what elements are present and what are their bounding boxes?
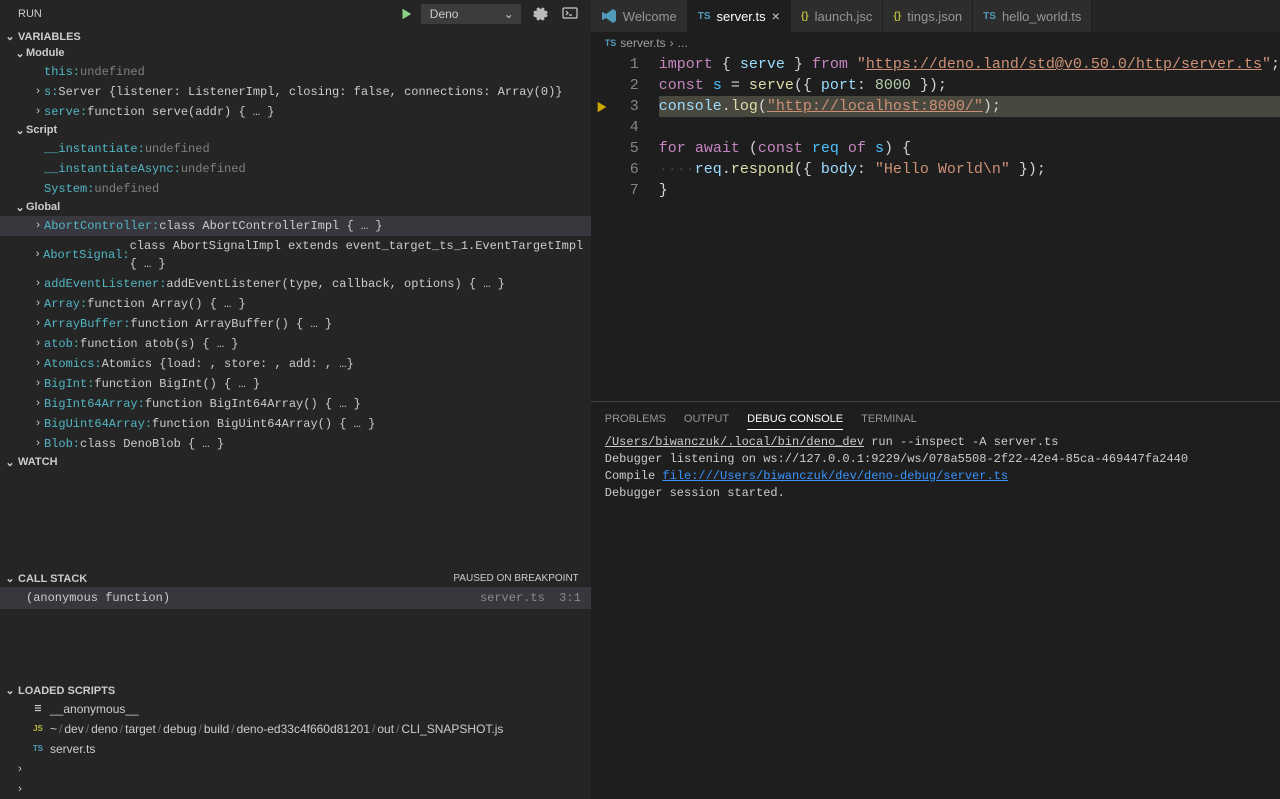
chevron-right-icon: › bbox=[32, 246, 43, 264]
chevron-right-icon: › bbox=[32, 217, 44, 235]
chevron-down-icon: ⌄ bbox=[4, 456, 16, 469]
variable-row[interactable]: › BigUint64Array: function BigUint64Arra… bbox=[0, 414, 591, 434]
variables-section-header[interactable]: ⌄ VARIABLES bbox=[0, 28, 591, 45]
debug-console-output[interactable]: /Users/biwanczuk/.local/bin/deno_dev run… bbox=[591, 432, 1280, 504]
start-debug-icon[interactable] bbox=[399, 7, 413, 21]
variable-row[interactable]: › BigInt64Array: function BigInt64Array(… bbox=[0, 394, 591, 414]
console-link[interactable]: /Users/biwanczuk/.local/bin/deno_dev bbox=[605, 435, 864, 449]
gear-icon[interactable] bbox=[529, 3, 551, 25]
chevron-right-icon: › bbox=[14, 760, 26, 778]
chevron-right-icon: › bbox=[32, 355, 44, 373]
variable-row[interactable]: › ArrayBuffer: function ArrayBuffer() { … bbox=[0, 314, 591, 334]
chevron-right-icon: › bbox=[32, 103, 44, 121]
loaded-scripts-content: ☰__anonymous__JS~/dev/deno/target/debug/… bbox=[0, 699, 591, 799]
variable-row[interactable]: this: undefined bbox=[0, 62, 591, 82]
chevron-right-icon: › bbox=[14, 780, 26, 798]
ts-file-icon: TS bbox=[983, 11, 996, 22]
panel-tab-output[interactable]: OUTPUT bbox=[684, 409, 729, 429]
chevron-right-icon: › bbox=[32, 395, 44, 413]
chevron-right-icon: › bbox=[670, 36, 674, 50]
panel-tab-debug-console[interactable]: DEBUG CONSOLE bbox=[747, 409, 843, 430]
tab-server-ts[interactable]: TSserver.ts× bbox=[688, 0, 791, 32]
chevron-down-icon: ⌄ bbox=[4, 572, 16, 585]
tab-tings-json[interactable]: {}tings.json bbox=[883, 0, 973, 32]
loaded-script-item[interactable]: › bbox=[0, 759, 591, 779]
variable-row[interactable]: › Atomics: Atomics {load: , store: , add… bbox=[0, 354, 591, 374]
debug-config-select[interactable]: Deno ⌄ bbox=[421, 4, 521, 24]
console-link[interactable]: file:///Users/biwanczuk/dev/deno-debug/s… bbox=[662, 469, 1008, 483]
close-icon[interactable]: × bbox=[772, 8, 780, 24]
chevron-right-icon: › bbox=[32, 83, 44, 101]
variable-row[interactable]: › atob: function atob(s) { … } bbox=[0, 334, 591, 354]
paused-status: PAUSED ON BREAKPOINT bbox=[453, 573, 578, 584]
loaded-script-item[interactable]: TSserver.ts bbox=[0, 739, 591, 759]
chevron-right-icon: › bbox=[32, 275, 44, 293]
tab-welcome[interactable]: Welcome bbox=[591, 0, 688, 32]
chevron-down-icon: ⌄ bbox=[4, 30, 16, 43]
js-file-icon: JS bbox=[30, 721, 46, 737]
variable-group-module[interactable]: ⌄Module bbox=[0, 45, 591, 62]
variable-row[interactable]: __instantiateAsync: undefined bbox=[0, 159, 591, 179]
variable-row[interactable]: › s: Server {listener: ListenerImpl, clo… bbox=[0, 82, 591, 102]
json-file-icon: {} bbox=[893, 11, 901, 22]
chevron-down-icon: ⌄ bbox=[14, 201, 26, 214]
variable-row[interactable]: › BigInt: function BigInt() { … } bbox=[0, 374, 591, 394]
tab-launch-jsc[interactable]: {}launch.jsc bbox=[791, 0, 884, 32]
frame-location: server.ts 3:1 bbox=[480, 589, 581, 607]
variable-row[interactable]: › addEventListener: addEventListener(typ… bbox=[0, 274, 591, 294]
json-file-icon: {} bbox=[801, 11, 809, 22]
chevron-down-icon: ⌄ bbox=[504, 7, 514, 21]
loaded-scripts-header[interactable]: ⌄ LOADED SCRIPTS bbox=[0, 682, 591, 699]
variable-row[interactable]: › Array: function Array() { … } bbox=[0, 294, 591, 314]
variable-row[interactable]: › Blob: class DenoBlob { … } bbox=[0, 434, 591, 454]
console-line: /Users/biwanczuk/.local/bin/deno_dev run… bbox=[605, 434, 1266, 451]
vscode-icon bbox=[601, 8, 617, 24]
panel-tab-problems[interactable]: PROBLEMS bbox=[605, 409, 666, 429]
chevron-right-icon: › bbox=[32, 435, 44, 453]
console-line: Debugger session started. bbox=[605, 485, 1266, 502]
variable-row[interactable]: › serve: function serve(addr) { … } bbox=[0, 102, 591, 122]
file-icon: ☰ bbox=[30, 701, 46, 717]
breadcrumbs[interactable]: TS server.ts › ... bbox=[591, 32, 1280, 54]
callstack-frame[interactable]: (anonymous function) server.ts 3:1 bbox=[0, 587, 591, 609]
loaded-script-item[interactable]: JS~/dev/deno/target/debug/build/deno-ed3… bbox=[0, 719, 591, 739]
loaded-script-item[interactable]: ☰__anonymous__ bbox=[0, 699, 591, 719]
chevron-down-icon: ⌄ bbox=[14, 124, 26, 137]
variables-content: ⌄Module this: undefined› s: Server {list… bbox=[0, 45, 591, 454]
variable-group-global[interactable]: ⌄Global bbox=[0, 199, 591, 216]
breakpoint-indicator-icon[interactable] bbox=[595, 100, 609, 114]
variable-group-script[interactable]: ⌄Script bbox=[0, 122, 591, 139]
chevron-right-icon: › bbox=[32, 415, 44, 433]
code-editor[interactable]: 1234567 import { serve } from "https://d… bbox=[591, 54, 1280, 401]
variable-row[interactable]: › AbortSignal: class AbortSignalImpl ext… bbox=[0, 236, 591, 274]
watch-section-header[interactable]: ⌄ WATCH bbox=[0, 454, 591, 471]
callstack-section-header[interactable]: ⌄ CALL STACK PAUSED ON BREAKPOINT bbox=[0, 571, 591, 588]
ts-file-icon: TS bbox=[30, 741, 46, 757]
editor-tabs: WelcomeTSserver.ts×{}launch.jsc{}tings.j… bbox=[591, 0, 1280, 32]
ts-file-icon: TS bbox=[698, 11, 711, 22]
panel-tabs: PROBLEMS OUTPUT DEBUG CONSOLE TERMINAL bbox=[591, 402, 1280, 432]
panel-tab-terminal[interactable]: TERMINAL bbox=[861, 409, 917, 429]
ts-file-icon: TS bbox=[605, 38, 617, 48]
run-header: RUN Deno ⌄ bbox=[0, 0, 591, 28]
tab-hello_world-ts[interactable]: TShello_world.ts bbox=[973, 0, 1092, 32]
chevron-down-icon: ⌄ bbox=[14, 47, 26, 60]
frame-name: (anonymous function) bbox=[26, 589, 170, 607]
run-title: RUN bbox=[18, 8, 42, 20]
variable-row[interactable]: System: undefined bbox=[0, 179, 591, 199]
chevron-right-icon: › bbox=[32, 315, 44, 333]
code-content: import { serve } from "https://deno.land… bbox=[659, 54, 1280, 401]
debug-console-icon[interactable] bbox=[559, 3, 581, 25]
loaded-script-item[interactable]: › bbox=[0, 779, 591, 799]
variable-row[interactable]: › AbortController: class AbortController… bbox=[0, 216, 591, 236]
chevron-right-icon: › bbox=[32, 335, 44, 353]
chevron-right-icon: › bbox=[32, 375, 44, 393]
bottom-panel: PROBLEMS OUTPUT DEBUG CONSOLE TERMINAL /Use… bbox=[591, 401, 1280, 799]
console-line: Debugger listening on ws://127.0.0.1:922… bbox=[605, 451, 1266, 468]
variable-row[interactable]: __instantiate: undefined bbox=[0, 139, 591, 159]
chevron-right-icon: › bbox=[32, 295, 44, 313]
chevron-down-icon: ⌄ bbox=[4, 684, 16, 697]
console-line: Compile file:///Users/biwanczuk/dev/deno… bbox=[605, 468, 1266, 485]
